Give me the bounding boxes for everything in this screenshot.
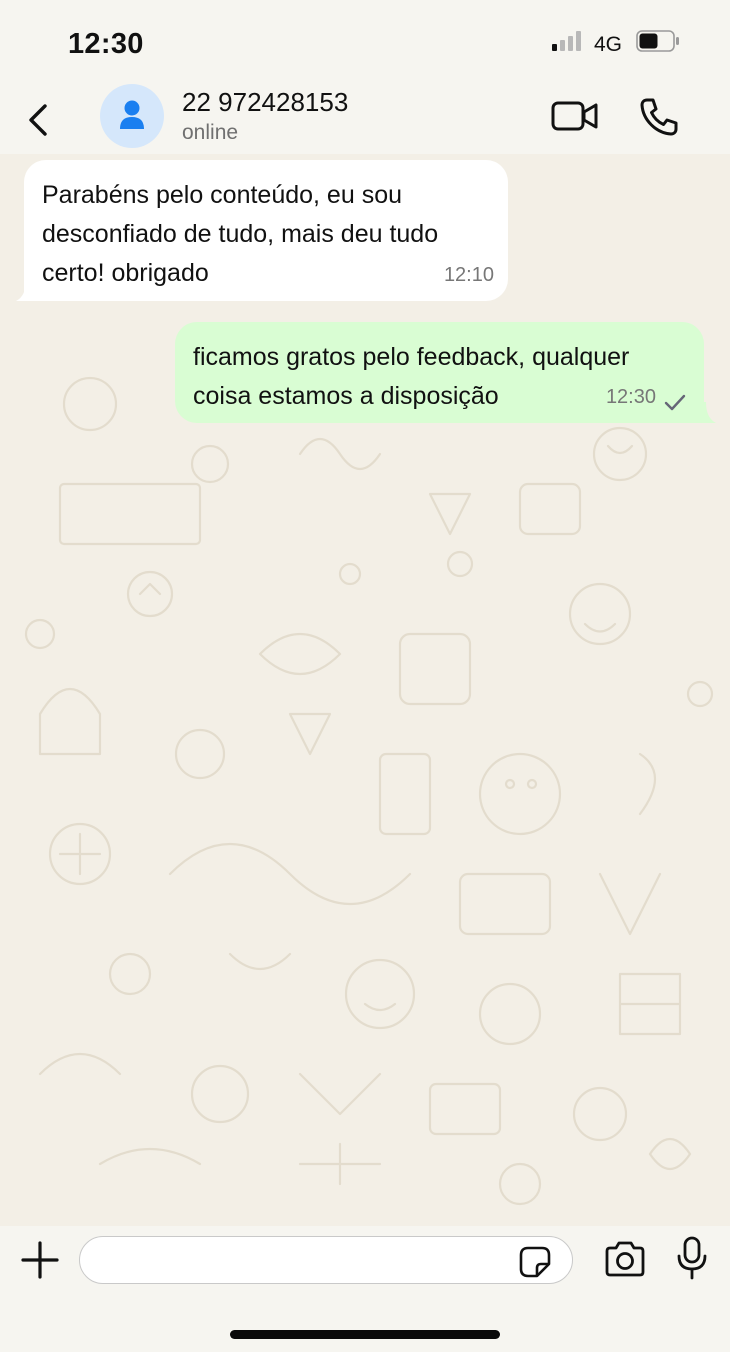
contact-name[interactable]: 22 972428153 — [182, 87, 348, 118]
avatar[interactable] — [100, 84, 164, 148]
plus-icon[interactable] — [20, 1240, 60, 1280]
network-label: 4G — [594, 33, 623, 56]
chat-area[interactable]: Parabéns pelo conteúdo, eu sou desconfia… — [0, 154, 730, 1226]
home-indicator[interactable] — [230, 1330, 500, 1339]
check-icon — [664, 394, 686, 411]
back-icon[interactable] — [22, 100, 56, 140]
microphone-icon[interactable] — [676, 1236, 708, 1280]
message-text: Parabéns pelo conteúdo, eu sou desconfia… — [42, 181, 439, 287]
signal-icon — [552, 31, 584, 51]
contact-status: online — [182, 121, 239, 144]
composer-bar — [0, 1226, 730, 1352]
camera-icon[interactable] — [604, 1240, 646, 1278]
battery-icon — [636, 30, 679, 52]
message-time: 12:10 — [443, 264, 494, 286]
chat-wallpaper — [24, 376, 714, 1206]
message-input[interactable] — [79, 1236, 573, 1284]
status-bar: 12:30 4G — [0, 0, 730, 84]
chat-header: 22 972428153 online — [0, 84, 730, 154]
message-bubble-outgoing[interactable]: ficamos gratos pelo feedback, qualquer c… — [175, 322, 704, 423]
message-time: 12:30 — [605, 386, 656, 408]
status-time: 12:30 — [68, 28, 144, 60]
phone-icon[interactable] — [638, 96, 680, 138]
user-icon — [120, 100, 144, 129]
video-camera-icon[interactable] — [550, 98, 600, 134]
message-bubble-incoming[interactable]: Parabéns pelo conteúdo, eu sou desconfia… — [24, 160, 508, 301]
sticker-icon[interactable] — [519, 1246, 551, 1278]
